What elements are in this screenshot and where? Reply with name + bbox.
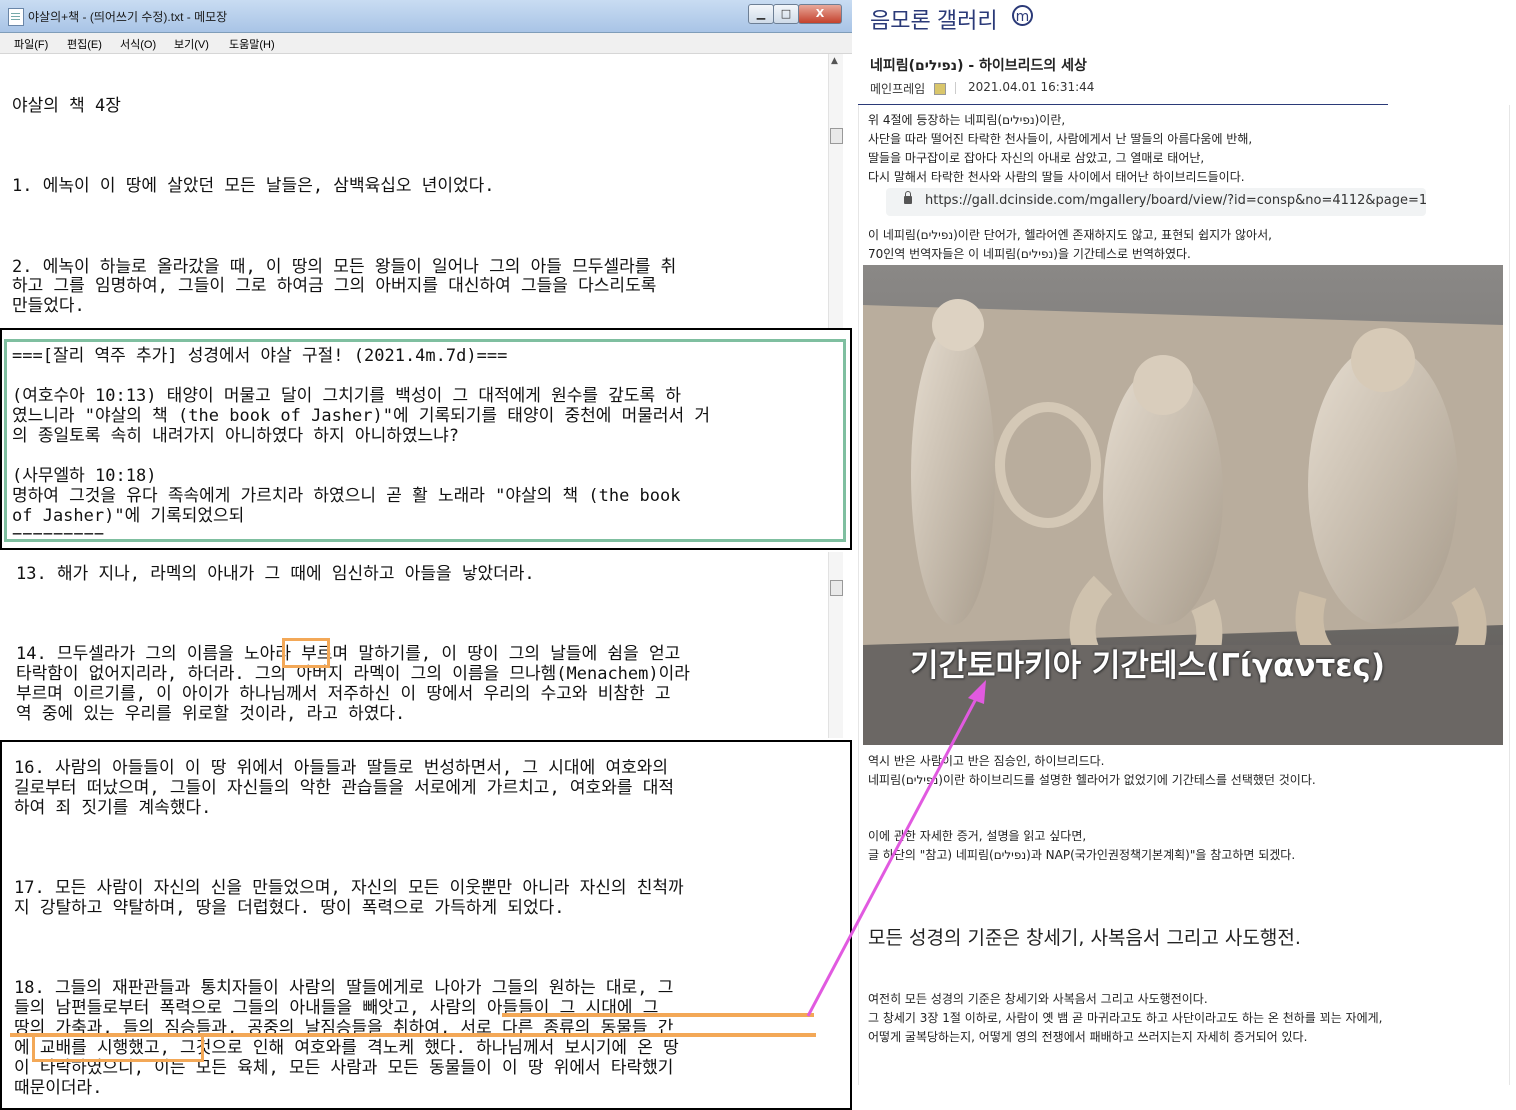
text-line[interactable]: 1. 에녹이 이 땅에 살았던 모든 날들은, 삼백육십오 년이었다.	[12, 176, 495, 196]
maximize-button[interactable]: □	[773, 4, 799, 24]
fixed-nick-icon	[934, 83, 946, 95]
section-heading: 모든 성경의 기준은 창세기, 사복음서 그리고 사도행전.	[868, 927, 1301, 949]
article-text: 그 창세기 3장 1절 이하로, 사람이 옛 뱀 곧 마귀라고도 하고 사단이라…	[868, 1011, 1383, 1025]
text-line[interactable]: 하여 죄 짓기를 계속했다.	[14, 798, 211, 818]
close-button[interactable]: X	[798, 4, 842, 24]
text-line[interactable]: 타락함이 없어지리라, 하더라. 그의 아버지 라멕이 그의 이름을 므나헴(M…	[16, 664, 690, 684]
article-text: 다시 말해서 타락한 천사와 사람의 딸들 사이에서 태어난 하이브리드들이다.	[868, 170, 1245, 184]
text-line[interactable]: 하고 그를 임명하여, 그들이 그로 하여금 그의 아버지를 대신하여 그들을 …	[12, 276, 656, 296]
text-line[interactable]: of Jasher)"에 기록되었으되	[12, 506, 244, 526]
article-text: 여전히 모든 성경의 기준은 창세기와 사복음서 그리고 사도행전이다.	[868, 992, 1208, 1006]
scroll-thumb[interactable]	[830, 128, 843, 144]
highlight-underline	[502, 1013, 814, 1017]
text-line[interactable]: 18. 그들의 재판관들과 통치자들이 사람의 딸들에게로 나아가 그들의 원하…	[14, 978, 673, 998]
post-date: 2021.04.01 16:31:44	[968, 80, 1095, 94]
menu-bar: 파일(F) 편집(E) 서식(O) 보기(V) 도움말(H)	[0, 33, 852, 54]
text-line[interactable]: 였느니라 "야살의 책 (the book of Jasher)"에 기록되기를…	[12, 406, 710, 426]
vertical-scrollbar[interactable]	[828, 552, 843, 738]
article-text: 위 4절에 등장하는 네피림(נפילים)이란,	[868, 113, 1066, 127]
article-text: 이에 관한 자세한 증거, 설명을 읽고 싶다면,	[868, 829, 1087, 843]
highlight-box-noah	[282, 638, 330, 668]
text-line[interactable]: (여호수아 10:13) 태양이 머물고 달이 그치기를 백성이 그 대적에게 …	[12, 386, 681, 406]
text-line[interactable]: 13. 해가 지나, 라멕의 아내가 그 때에 임신하고 아들을 낳았더라.	[16, 564, 535, 584]
menu-edit[interactable]: 편집(E)	[67, 36, 102, 52]
gallery-title[interactable]: 음모론 갤러리	[870, 3, 998, 35]
scroll-thumb[interactable]	[830, 580, 843, 596]
article-text: 어떻게 굴복당하는지, 어떻게 영의 전쟁에서 패배하고 쓰러지는지 자세히 증…	[868, 1030, 1308, 1044]
menu-help[interactable]: 도움말(H)	[229, 36, 275, 52]
article-text: 네피림(נפילים)이란 하이브리드를 설명한 헬라어가 없었기에 기간테스를…	[868, 773, 1316, 787]
text-line[interactable]: =========	[12, 526, 104, 536]
text-line[interactable]: 명하여 그것을 유다 족속에게 가르치라 하였으니 곧 활 노래라 "야살의 책…	[12, 486, 681, 506]
title-bar[interactable]: 야살의+책 - (띄어쓰기 수정).txt - 메모장 ▁ □ X	[0, 0, 852, 33]
text-line[interactable]: (사무엘하 10:18)	[12, 466, 156, 486]
article-text: 딸들을 마구잡이로 잡아다 자신의 아내로 삼았고, 그 열매로 태어난,	[868, 151, 1205, 165]
text-line[interactable]: 14. 므두셀라가 그의 이름을 노아라 부르며 말하기를, 이 땅이 그의 날…	[16, 644, 680, 664]
text-line[interactable]: 부르며 이르기를, 이 아이가 하나님께서 저주하신 이 땅에서 우리의 수고와…	[16, 684, 671, 704]
vertical-scrollbar[interactable]: ▲	[828, 54, 843, 328]
url-text[interactable]: https://gall.dcinside.com/mgallery/board…	[925, 193, 1427, 208]
article-text: 사단을 따라 떨어진 타락한 천사들이, 사람에게서 난 딸들의 아름다움에 반…	[868, 132, 1253, 146]
notepad-icon	[8, 8, 24, 26]
text-line[interactable]: 때문이더라.	[14, 1078, 102, 1098]
scroll-up-arrow-icon[interactable]: ▲	[831, 56, 838, 66]
minor-gallery-badge-icon: m	[1012, 5, 1033, 26]
menu-view[interactable]: 보기(V)	[174, 36, 209, 52]
text-line[interactable]: 지 강탈하고 약탈하며, 땅을 더럽혔다. 땅이 폭력으로 가득하게 되었다.	[14, 898, 565, 918]
text-line[interactable]: 길로부터 떠났으며, 그들이 자신들의 악한 관습들을 서로에게 가르치고, 여…	[14, 778, 674, 798]
post-title: 네피림(נפילים) - 하이브리드의 세상	[870, 58, 1087, 74]
lock-icon	[904, 191, 912, 204]
text-line[interactable]: 야살의 책 4장	[12, 96, 121, 116]
notepad-window: 야살의+책 - (띄어쓰기 수정).txt - 메모장 ▁ □ X 파일(F) …	[0, 0, 852, 1110]
meta-divider	[955, 82, 956, 94]
article-text: 글 하단의 "참고) 네피림(נפילים)과 NAP(국가인권정책기본계획)"…	[868, 848, 1296, 862]
highlight-box-interbreeding	[32, 1034, 204, 1062]
window-title: 야살의+책 - (띄어쓰기 수정).txt - 메모장	[28, 10, 228, 24]
post-author[interactable]: 메인프레임	[870, 80, 925, 97]
text-line[interactable]: 17. 모든 사람이 자신의 신을 만들었으며, 자신의 모든 이웃뿐만 아니라…	[14, 878, 684, 898]
text-line[interactable]: 16. 사람의 아들들이 이 땅 위에서 아들들과 딸들로 번성하면서, 그 시…	[14, 758, 668, 778]
image-caption: 기간토마키아 기간테스(Γίγαντες)	[910, 648, 1386, 684]
text-line[interactable]: ===[잘리 역주 추가] 성경에서 야살 구절! (2021.4m.7d)==…	[12, 346, 507, 366]
article-text: 이 네피림(נפילים)이란 단어가, 헬라어엔 존재하지도 않고, 표현되 …	[868, 228, 1272, 242]
article-text: 70인역 번역자들은 이 네피림(נפילים)을 기간테스로 번역하였다.	[868, 247, 1191, 261]
text-line[interactable]: 만들었다.	[12, 296, 85, 316]
text-line[interactable]: 의 종일토록 속히 내려가지 아니하였다 하지 아니하였느냐?	[12, 426, 459, 446]
article-text: 역시 반은 사람이고 반은 짐승인, 하이브리드다.	[868, 754, 1105, 768]
menu-format[interactable]: 서식(O)	[120, 36, 156, 52]
text-line[interactable]: 2. 에녹이 하늘로 올라갔을 때, 이 땅의 모든 왕들이 일어나 그의 아들…	[12, 257, 676, 277]
text-line[interactable]: 역 중에 있는 우리를 위로할 것이라, 라고 하였다.	[16, 704, 405, 724]
menu-file[interactable]: 파일(F)	[14, 36, 48, 52]
minimize-button[interactable]: ▁	[748, 4, 774, 24]
